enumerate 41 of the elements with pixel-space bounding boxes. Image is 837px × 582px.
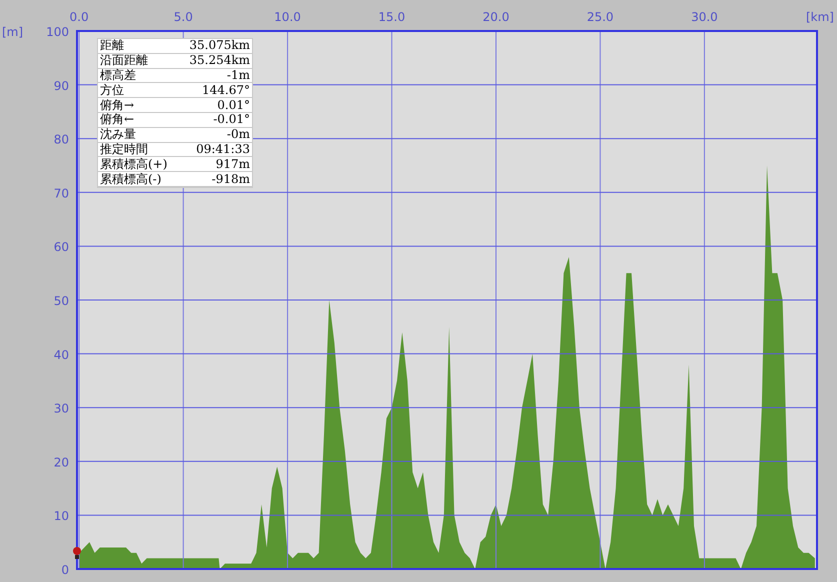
x-tick-label: 25.0 [586, 10, 614, 24]
x-tick-label: 0.0 [70, 10, 89, 24]
x-tick-label: 20.0 [482, 10, 510, 24]
info-label: 距離 [100, 39, 124, 52]
info-label: 俯角→ [100, 98, 134, 112]
info-value: 917m [216, 158, 250, 171]
y-tick-label: 80 [54, 132, 69, 147]
y-tick-label: 100 [46, 25, 69, 39]
x-axis-unit: [km] [806, 10, 834, 24]
info-label: 沈み量 [100, 128, 136, 142]
info-value: -0.01° [213, 113, 250, 126]
y-tick-label: 40 [54, 348, 69, 362]
info-value: 35.254km [189, 54, 250, 68]
y-tick-label: 10 [54, 509, 69, 524]
info-label: 標高差 [100, 68, 136, 82]
y-tick-label: 50 [54, 294, 69, 308]
info-label: 累積標高(-) [100, 172, 162, 186]
info-value: 35.075km [189, 39, 250, 52]
info-label: 方位 [100, 84, 124, 97]
x-tick-label: 5.0 [174, 10, 193, 24]
y-tick-label: 20 [54, 455, 69, 470]
info-value: 144.67° [202, 84, 250, 97]
x-tick-label: 10.0 [274, 10, 301, 24]
info-value: -918m [212, 172, 250, 186]
y-tick-label: 70 [54, 186, 69, 200]
info-label: 累積標高(+) [100, 158, 168, 171]
info-value: -0m [226, 128, 250, 142]
marker-icon [73, 547, 81, 559]
y-tick-label: 30 [54, 402, 69, 416]
info-value: 09:41:33 [196, 142, 250, 156]
info-label: 俯角← [100, 113, 134, 126]
y-tick-label: 90 [54, 78, 69, 93]
y-tick-label: 0 [61, 563, 69, 577]
info-value: 0.01° [217, 98, 250, 112]
info-label: 沿面距離 [100, 54, 148, 68]
x-tick-label: 30.0 [691, 10, 718, 24]
y-axis-unit: [m] [2, 25, 24, 39]
info-label: 推定時間 [100, 142, 148, 156]
x-tick-label: 15.0 [378, 10, 406, 24]
y-tick-label: 60 [54, 240, 69, 254]
info-value: -1m [226, 68, 250, 82]
